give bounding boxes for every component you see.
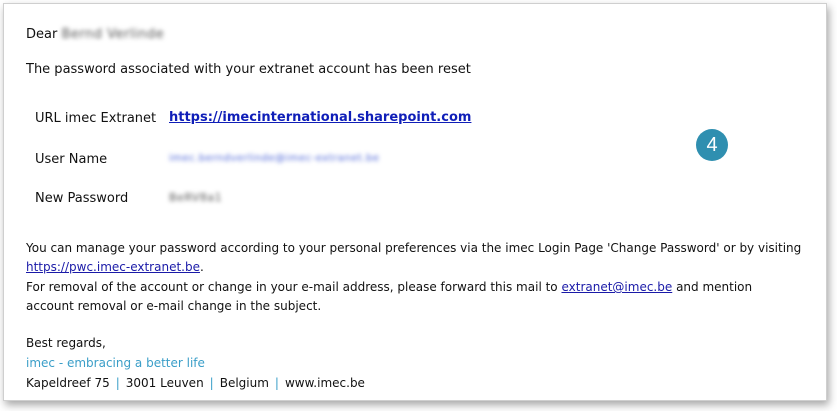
password-value-redacted: BeRV8a1 <box>169 191 223 204</box>
step-number-badge: 4 <box>696 129 728 161</box>
address-city: 3001 Leuven <box>125 376 204 390</box>
recipient-name-redacted: Bernd Verlinde <box>61 27 165 42</box>
pwc-link[interactable]: https://pwc.imec-extranet.be <box>26 260 200 274</box>
address-country: Belgium <box>219 376 269 390</box>
greeting-line: Dear Bernd Verlinde <box>26 27 164 43</box>
address-street: Kapeldreef 75 <box>26 376 110 390</box>
tagline: imec - embracing a better life <box>26 356 205 370</box>
email-body: Dear Bernd Verlinde The password associa… <box>3 3 827 401</box>
separator: | <box>209 376 214 390</box>
username-value-redacted: imec.berndverlinde@imec-extranet.be <box>169 153 380 164</box>
extranet-email-link[interactable]: extranet@imec.be <box>561 280 672 294</box>
manage-link-line: https://pwc.imec-extranet.be. <box>26 260 204 274</box>
url-link[interactable]: https://imecinternational.sharepoint.com <box>169 110 471 126</box>
password-label: New Password <box>35 191 129 206</box>
separator: | <box>274 376 279 390</box>
closing: Best regards, <box>26 336 106 350</box>
manage-text: You can manage your password according t… <box>26 241 802 255</box>
greeting: Dear <box>26 27 58 42</box>
username-label: User Name <box>35 152 108 167</box>
intro-text: The password associated with your extran… <box>26 62 471 77</box>
separator: | <box>115 376 120 390</box>
address-website: www.imec.be <box>284 376 365 390</box>
removal-text-line2: account removal or e-mail change in the … <box>26 299 322 313</box>
removal-text: For removal of the account or change in … <box>26 280 753 294</box>
address-line: Kapeldreef 75 | 3001 Leuven | Belgium | www.im… <box>26 375 365 391</box>
url-label: URL imec Extranet <box>35 111 157 126</box>
